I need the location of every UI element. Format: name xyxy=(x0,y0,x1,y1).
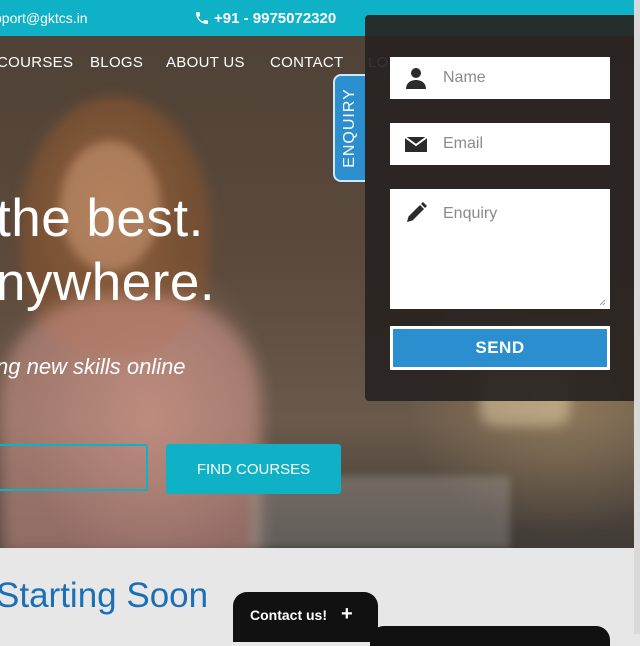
contact-tab-tail xyxy=(370,626,610,646)
nav-courses[interactable]: COURSES xyxy=(0,54,73,71)
enquiry-tab[interactable]: ENQUIRY xyxy=(333,74,365,182)
name-placeholder: Name xyxy=(443,69,486,86)
section-title: Starting Soon xyxy=(0,576,209,615)
enquiry-tab-label: ENQUIRY xyxy=(341,88,358,168)
enquiry-placeholder: Enquiry xyxy=(443,205,498,222)
plus-icon: + xyxy=(341,603,353,625)
nav-blogs[interactable]: BLOGS xyxy=(90,54,143,71)
hero-photo-shirt xyxy=(0,296,260,548)
enquiry-textarea[interactable]: Enquiry xyxy=(390,189,610,309)
hero-headline-line2: nywhere. xyxy=(0,253,216,312)
enquiry-panel: Name Email Enquiry SEND xyxy=(365,15,637,401)
email-field[interactable]: Email xyxy=(390,123,610,165)
support-phone[interactable]: +91 - 9975072320 xyxy=(194,9,336,27)
email-placeholder: Email xyxy=(443,135,484,152)
resize-handle-icon[interactable] xyxy=(599,299,606,306)
phone-number: +91 - 9975072320 xyxy=(214,9,337,27)
contact-us-tab[interactable]: Contact us! + xyxy=(233,592,378,642)
nav-about-us[interactable]: ABOUT US xyxy=(166,54,245,71)
find-courses-button[interactable]: FIND COURSES xyxy=(166,444,341,494)
envelope-icon xyxy=(404,136,428,152)
contact-us-label: Contact us! xyxy=(250,607,327,623)
nav-contact[interactable]: CONTACT xyxy=(270,54,343,71)
pencil-icon xyxy=(407,202,427,222)
user-icon xyxy=(406,68,426,89)
support-email[interactable]: pport@gktcs.in xyxy=(0,10,88,26)
hero-secondary-button[interactable] xyxy=(0,444,148,491)
hero-headline-line1: the best. xyxy=(0,189,204,248)
phone-icon xyxy=(196,12,208,24)
hero-tagline: ng new skills online xyxy=(0,354,186,379)
page-scrollbar[interactable] xyxy=(634,0,640,634)
send-button-label: SEND xyxy=(393,329,607,367)
name-field[interactable]: Name xyxy=(390,57,610,99)
send-button[interactable]: SEND xyxy=(390,326,610,370)
